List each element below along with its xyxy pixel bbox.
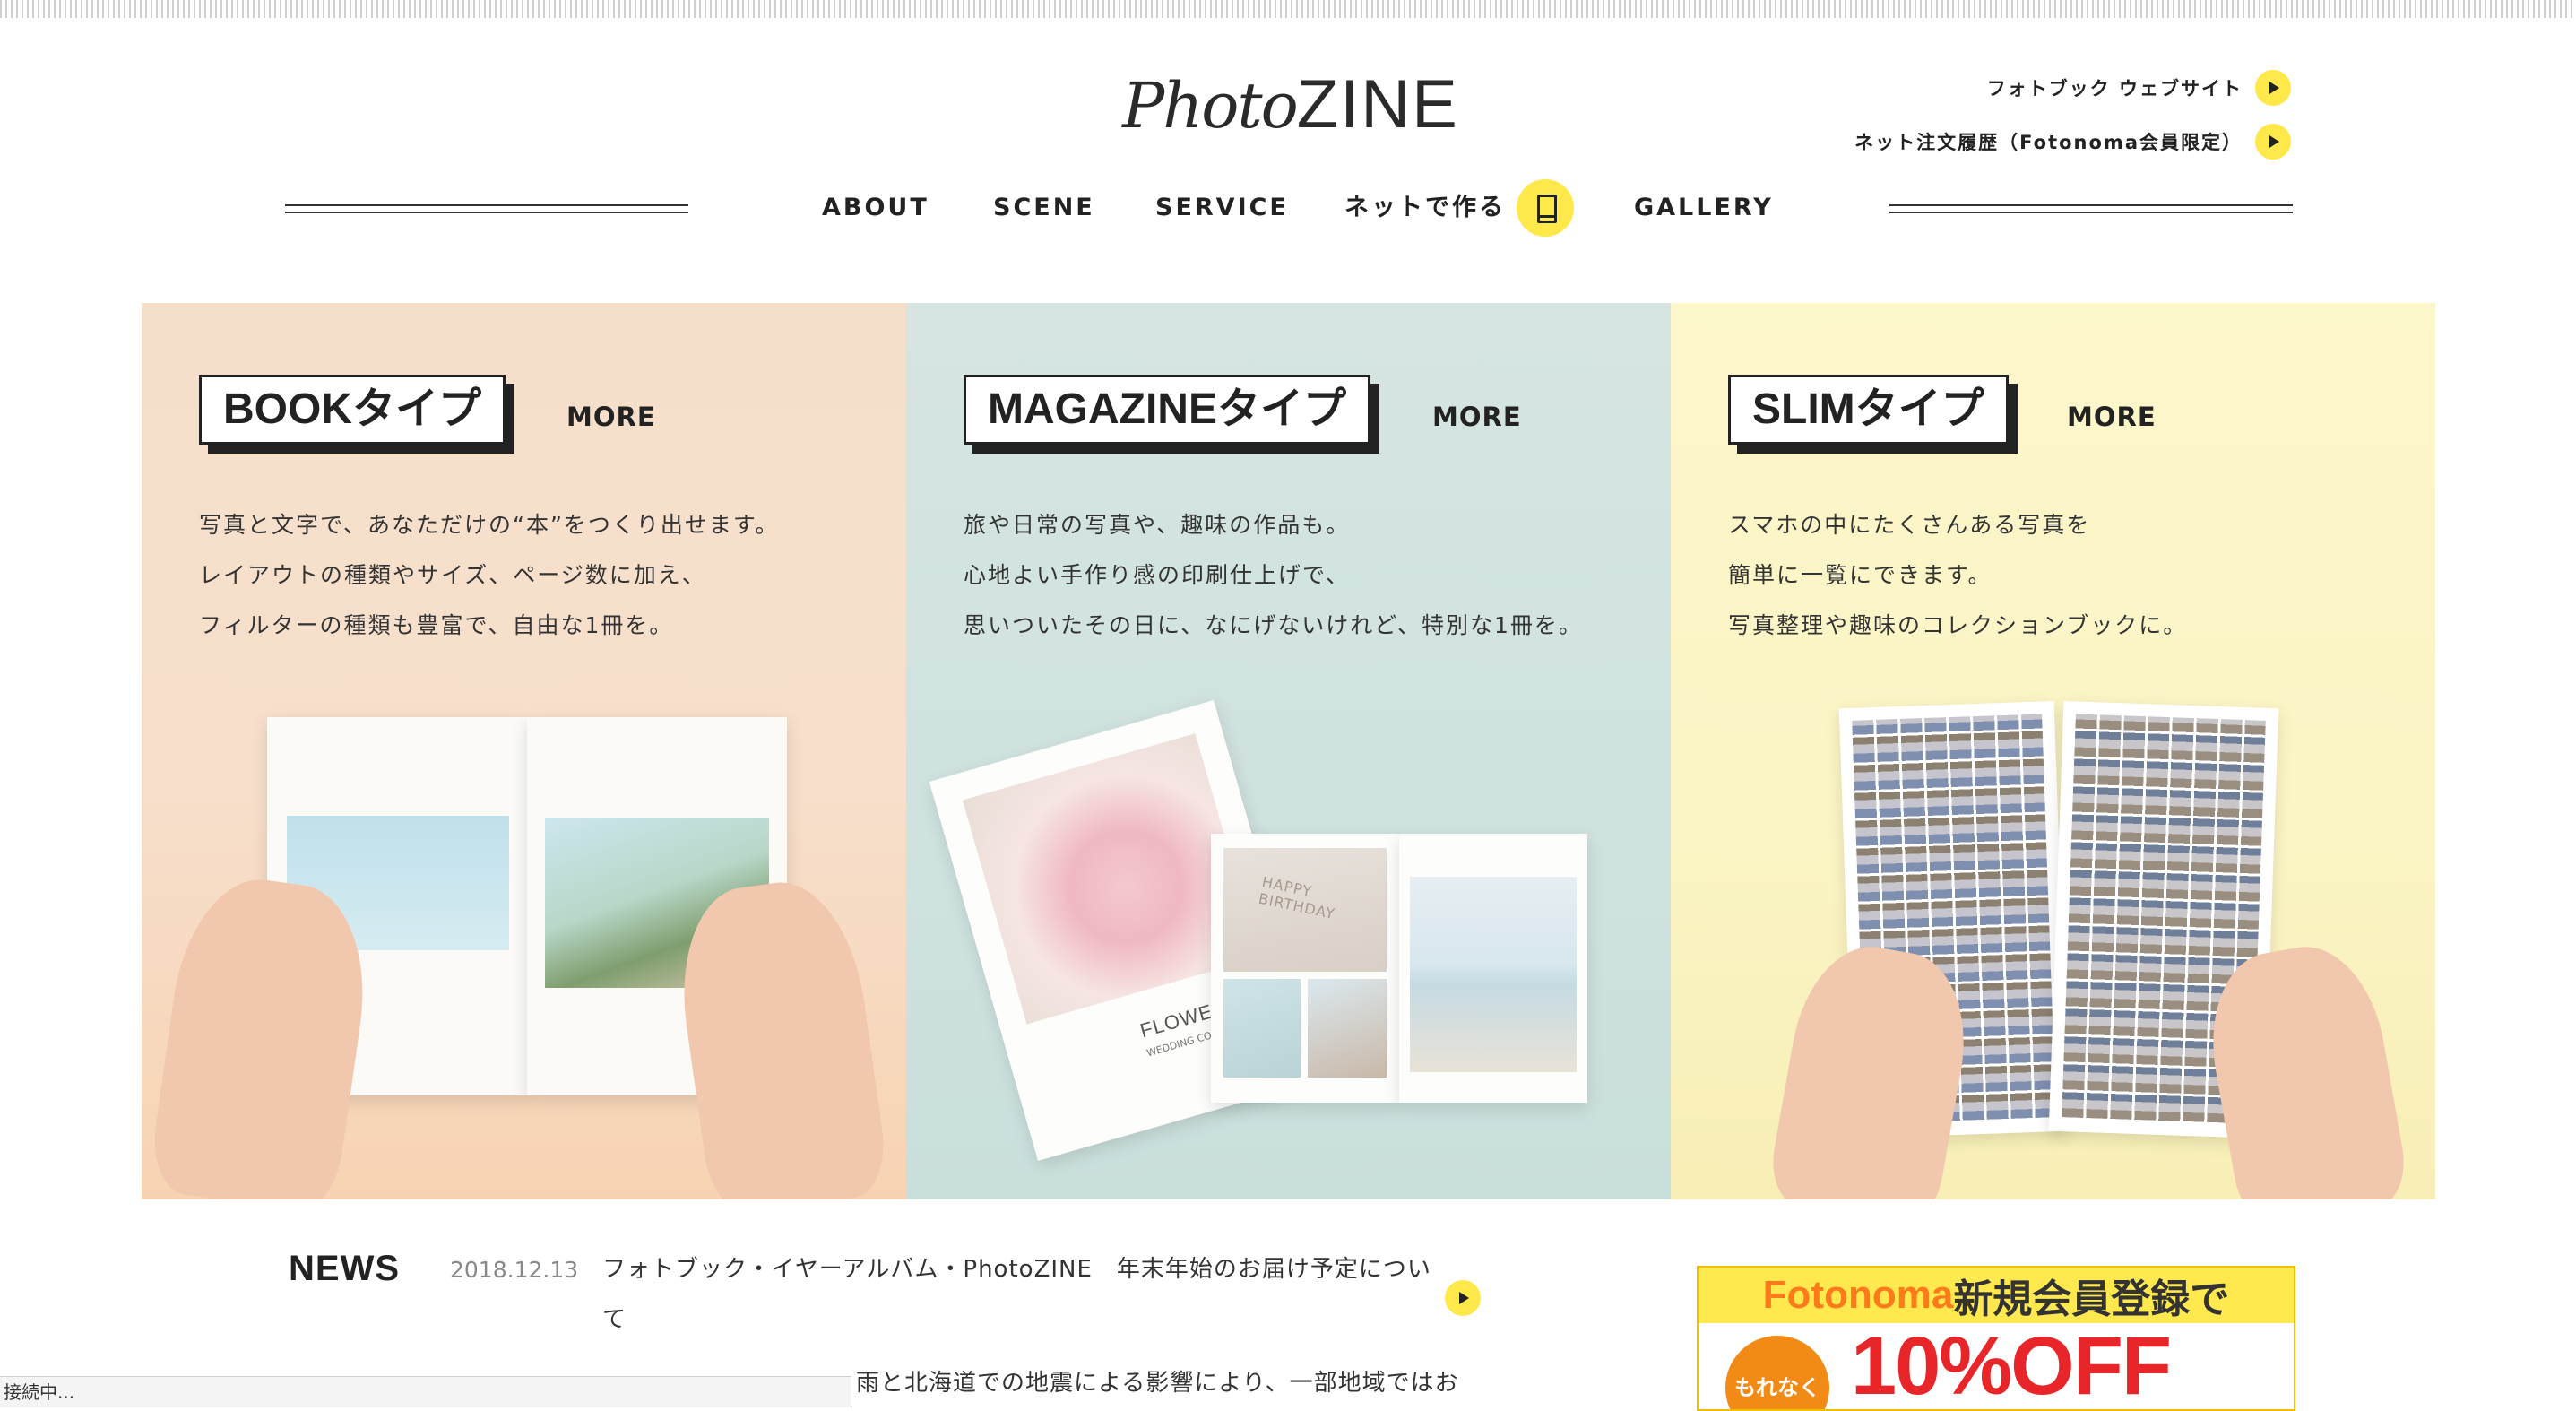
slim-more-link[interactable]: MORE bbox=[2067, 402, 2157, 432]
magazine-more-link[interactable]: MORE bbox=[1432, 402, 1522, 432]
nav-scene[interactable]: SCENE bbox=[993, 186, 1095, 230]
book-icon[interactable] bbox=[1517, 179, 1574, 237]
order-history-link[interactable]: ネット注文履歴（Fotonoma会員限定） bbox=[1854, 124, 2291, 160]
desc-line: レイアウトの種類やサイズ、ページ数に加え、 bbox=[199, 562, 706, 588]
logo-photo-text: Photo bbox=[1122, 69, 1299, 143]
news-item-text[interactable]: 雨と北海道での地震による影響により、一部地域ではお bbox=[856, 1358, 1459, 1408]
main-nav: ABOUT SCENE SERVICE ネットで作る GALLERY bbox=[0, 179, 2576, 237]
shell-photo bbox=[1223, 979, 1301, 1078]
left-hand bbox=[146, 870, 379, 1199]
banner-discount: 10%OFF bbox=[1851, 1320, 2172, 1411]
fotonoma-signup-banner[interactable]: Fotonoma 新規会員登録で もれなく 10%OFF bbox=[1697, 1266, 2295, 1411]
beach-photo bbox=[1308, 979, 1387, 1078]
desc-line: 心地よい手作り感の印刷仕上げで、 bbox=[964, 562, 1351, 588]
banner-headline-text: 新規会員登録で bbox=[1953, 1277, 2230, 1321]
arrow-right-icon bbox=[2255, 124, 2291, 160]
desc-line: 簡単に一覧にできます。 bbox=[1728, 562, 1993, 588]
book-type-panel[interactable]: BOOKタイプ MORE 写真と文字で、あなただけの“本”をつくり出せます。 レ… bbox=[142, 303, 906, 1199]
magazine-right-page bbox=[1399, 834, 1587, 1103]
book-description: 写真と文字で、あなただけの“本”をつくり出せます。 レイアウトの種類やサイズ、ペ… bbox=[199, 500, 779, 651]
desc-line: 写真整理や趣味のコレクションブックに。 bbox=[1728, 612, 2188, 638]
nav-gallery[interactable]: GALLERY bbox=[1634, 186, 1774, 230]
slim-type-label[interactable]: SLIMタイプ bbox=[1728, 375, 2009, 445]
banner-offer: もれなく 10%OFF bbox=[1699, 1323, 2294, 1409]
book-more-link[interactable]: MORE bbox=[566, 402, 656, 432]
book-type-label[interactable]: BOOKタイプ bbox=[199, 375, 506, 445]
top-border-stripe bbox=[0, 0, 2576, 18]
site-logo[interactable]: PhotoZINE bbox=[1120, 65, 1461, 145]
desc-line: 旅や日常の写真や、趣味の作品も。 bbox=[964, 512, 1351, 538]
news-arrow-icon[interactable] bbox=[1445, 1280, 1481, 1316]
banner-brand: Fotonoma bbox=[1762, 1273, 1954, 1317]
nav-about[interactable]: ABOUT bbox=[822, 186, 929, 230]
magazine-type-panel[interactable]: MAGAZINEタイプ MORE 旅や日常の写真や、趣味の作品も。 心地よい手作… bbox=[906, 303, 1671, 1199]
banner-badge: もれなく bbox=[1725, 1336, 1829, 1409]
sand-text: HAPPY BIRTHDAY bbox=[1257, 872, 1337, 923]
nav-make-online[interactable]: ネットで作る bbox=[1344, 186, 1506, 230]
arrow-right-icon bbox=[2255, 70, 2291, 106]
shore-photo bbox=[1410, 877, 1577, 1072]
logo-zine-text: ZINE bbox=[1296, 66, 1459, 143]
desc-line: 写真と文字で、あなただけの“本”をつくり出せます。 bbox=[199, 512, 780, 538]
magazine-description: 旅や日常の写真や、趣味の作品も。 心地よい手作り感の印刷仕上げで、 思いついたそ… bbox=[964, 500, 1583, 651]
order-history-label: ネット注文履歴（Fotonoma会員限定） bbox=[1854, 132, 2243, 153]
photobook-website-label: フォトブック ウェブサイト bbox=[1986, 78, 2243, 100]
desc-line: スマホの中にたくさんある写真を bbox=[1728, 512, 2091, 538]
news-heading: NEWS bbox=[289, 1249, 400, 1288]
news-headline-link[interactable]: フォトブック・イヤーアルバム・PhotoZINE 年末年始のお届け予定について bbox=[602, 1244, 1445, 1345]
desc-line: フィルターの種類も豊富で、自由な1冊を。 bbox=[199, 612, 674, 638]
desc-line: 思いついたその日に、なにげないけれど、特別な1冊を。 bbox=[964, 612, 1583, 638]
magazine-type-label[interactable]: MAGAZINEタイプ bbox=[964, 375, 1370, 445]
right-hand bbox=[668, 872, 892, 1199]
sand-writing-photo: HAPPY BIRTHDAY bbox=[1223, 848, 1387, 972]
slim-description: スマホの中にたくさんある写真を 簡単に一覧にできます。 写真整理や趣味のコレクシ… bbox=[1728, 500, 2187, 651]
nav-service[interactable]: SERVICE bbox=[1155, 186, 1289, 230]
browser-status-bar: 接続中... bbox=[0, 1376, 851, 1407]
slim-type-panel[interactable]: SLIMタイプ MORE スマホの中にたくさんある写真を 簡単に一覧にできます。… bbox=[1671, 303, 2435, 1199]
magazine-left-page: HAPPY BIRTHDAY bbox=[1211, 834, 1399, 1103]
banner-headline: Fotonoma 新規会員登録で bbox=[1699, 1268, 2294, 1323]
photobook-website-link[interactable]: フォトブック ウェブサイト bbox=[1987, 70, 2291, 106]
news-date: 2018.12.13 bbox=[450, 1257, 579, 1283]
